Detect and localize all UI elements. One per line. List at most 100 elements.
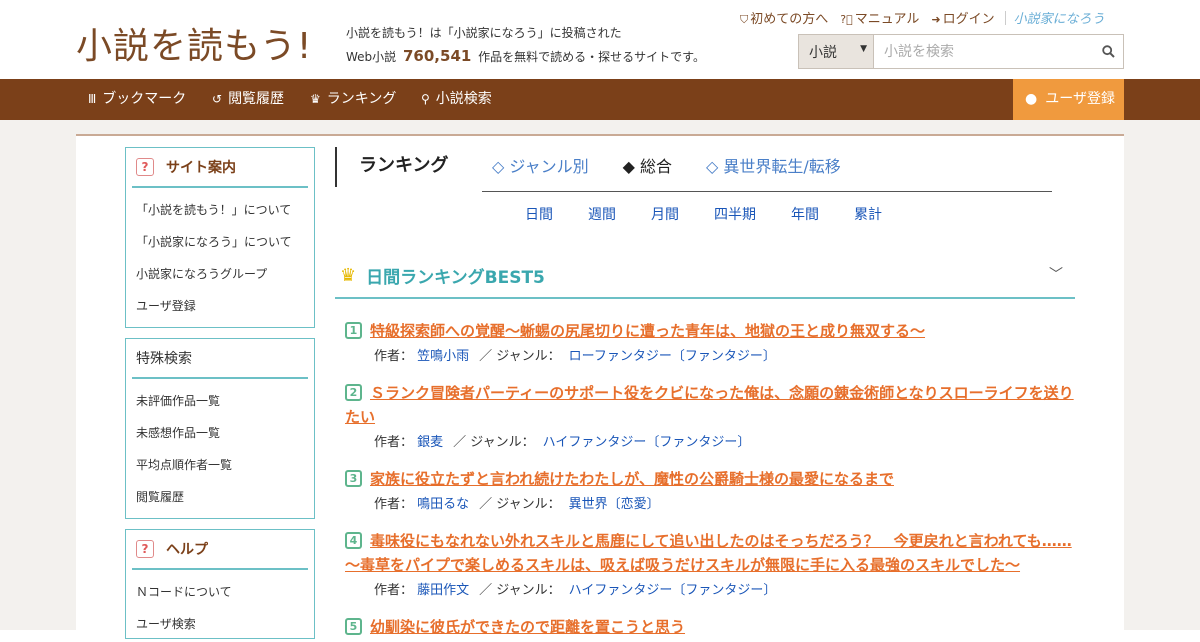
search-box: 小説 ▼ <box>798 34 1124 69</box>
narou-logo-link[interactable]: 小説家になろう <box>1014 8 1105 27</box>
special-search-box: 特殊検索 未評価作品一覧 未感想作品一覧 平均点順作者一覧 閲覧履歴 <box>125 338 315 519</box>
search-input[interactable] <box>874 35 1093 68</box>
sidebar-item-no-reviews[interactable]: 未感想作品一覧 <box>126 417 314 449</box>
ranking-entry: 1 特級探索師への覚醒～蜥蜴の尻尾切りに遭った青年は、地獄の王と成り無双する～ 作… <box>345 319 1075 364</box>
entry-meta: 作者： 笠鳴小雨／ ジャンル： ローファンタジー〔ファンタジー〕 <box>374 349 776 364</box>
rank-badge: 2 <box>345 384 362 401</box>
entry-title-link[interactable]: 幼馴染に彼氏ができたので距離を置こうと思う <box>370 618 685 636</box>
daily-best-title: 日間ランキングBEST5 <box>366 267 545 288</box>
bookmark-icon: Ⅲ <box>88 92 97 106</box>
rank-badge: 4 <box>345 532 362 549</box>
register-button[interactable]: ● ユーザ登録 <box>1013 79 1124 120</box>
tagline-line-1: 小説を読もう！は「小説家になろう」に投稿された <box>346 26 622 40</box>
site-logo[interactable]: 小説を読もう! <box>76 17 312 69</box>
page-background <box>0 120 1200 134</box>
daily-best-header[interactable]: ♛ 日間ランキングBEST5 ﹀ <box>335 253 1075 299</box>
nav-bookmark[interactable]: Ⅲ ブックマーク <box>88 79 186 120</box>
site-guide-heading: ? サイト案内 <box>132 148 308 188</box>
author-link[interactable]: 藤田作文 <box>417 583 469 598</box>
entry-meta: 作者： 藤田作文／ ジャンル： ハイファンタジー〔ファンタジー〕 <box>374 583 777 598</box>
sidebar-item-register[interactable]: ユーザ登録 <box>126 290 314 322</box>
help-list: Ｎコードについて ユーザ検索 <box>126 570 314 642</box>
period-links: 日間 週間 月間 四半期 年間 累計 <box>525 204 917 224</box>
main-nav: Ⅲ ブックマーク ↺ 閲覧履歴 ♛ ランキング ⚲ 小説検索 ● ユーザ登録 <box>0 79 1200 120</box>
site-tagline: 小説を読もう！は「小説家になろう」に投稿された Web小説 760,541 作品… <box>346 22 705 69</box>
tab-overall[interactable]: ◆ 総合 <box>623 148 672 191</box>
login-link[interactable]: ➜ ログイン <box>931 8 994 27</box>
sidebar-item-history[interactable]: 閲覧履歴 <box>126 481 314 513</box>
rank-badge: 3 <box>345 470 362 487</box>
crown-icon: ♛ <box>310 92 321 106</box>
divider <box>1004 10 1006 25</box>
period-weekly[interactable]: 週間 <box>588 204 616 224</box>
first-time-link[interactable]: ⛉ 初めての方へ <box>740 8 828 27</box>
ranking-entry: 5 幼馴染に彼氏ができたので距離を置こうと思う <box>345 615 1075 639</box>
entry-meta: 作者： 銀麦／ ジャンル： ハイファンタジー〔ファンタジー〕 <box>374 435 751 450</box>
entry-title-link[interactable]: Ｓランク冒険者パーティーのサポート役をクビになった俺は、念願の錬金術師となりスロ… <box>345 384 1074 426</box>
caret-down-icon: ▼ <box>860 44 867 54</box>
help-heading: ? ヘルプ <box>132 530 308 570</box>
genre-link[interactable]: ハイファンタジー〔ファンタジー〕 <box>569 583 777 598</box>
tagline-suffix: 作品を無料で読める・探せるサイトです。 <box>478 50 705 64</box>
question-icon: ? <box>136 540 154 558</box>
login-icon: ➜ <box>931 13 941 26</box>
search-type-select[interactable]: 小説 ▼ <box>799 35 874 68</box>
rank-badge: 5 <box>345 618 362 635</box>
page-background-right <box>1124 134 1200 630</box>
period-total[interactable]: 累計 <box>854 204 882 224</box>
crown-icon: ♛ <box>340 264 357 286</box>
tagline-prefix: Web小説 <box>346 50 397 64</box>
page-background-left <box>0 134 76 630</box>
period-quarterly[interactable]: 四半期 <box>714 204 756 224</box>
site-guide-list: 「小説を読もう！」について 「小説家になろう」について 小説家になろうグループ … <box>126 188 314 324</box>
author-link[interactable]: 笠鳴小雨 <box>417 349 469 364</box>
entry-title-link[interactable]: 家族に役立たずと言われ続けたわたしが、魔性の公爵騎士様の最愛になるまで <box>370 470 894 488</box>
tab-genre[interactable]: ◇ ジャンル別 <box>492 148 589 191</box>
help-box: ? ヘルプ Ｎコードについて ユーザ検索 <box>125 529 315 639</box>
site-guide-box: ? サイト案内 「小説を読もう！」について 「小説家になろう」について 小説家にな… <box>125 147 315 328</box>
question-circle-icon: ?⃝ <box>840 13 853 26</box>
work-count: 760,541 <box>403 47 472 65</box>
ranking-entry: 2 Ｓランク冒険者パーティーのサポート役をクビになった俺は、念願の錬金術師となりス… <box>345 381 1075 450</box>
genre-link[interactable]: ハイファンタジー〔ファンタジー〕 <box>543 435 751 450</box>
history-icon: ↺ <box>212 92 223 106</box>
shield-icon: ⛉ <box>740 13 749 26</box>
nav-ranking[interactable]: ♛ ランキング <box>310 79 396 120</box>
period-daily[interactable]: 日間 <box>525 204 553 224</box>
sidebar-item-about-narou[interactable]: 「小説家になろう」について <box>126 226 314 258</box>
question-icon: ? <box>136 158 154 176</box>
period-yearly[interactable]: 年間 <box>791 204 819 224</box>
nav-history[interactable]: ↺ 閲覧履歴 <box>212 79 284 120</box>
period-monthly[interactable]: 月間 <box>651 204 679 224</box>
ranking-tabs: ◇ ジャンル別 ◆ 総合 ◇ 異世界転生/転移 <box>482 148 1052 192</box>
sidebar-item-avg-authors[interactable]: 平均点順作者一覧 <box>126 449 314 481</box>
sidebar-item-about-yomou[interactable]: 「小説を読もう！」について <box>126 194 314 226</box>
ranking-title: ランキング <box>335 147 448 187</box>
manual-link[interactable]: ?⃝ マニュアル <box>840 8 919 27</box>
entry-title-link[interactable]: 特級探索師への覚醒～蜥蜴の尻尾切りに遭った青年は、地獄の王と成り無双する～ <box>370 322 925 340</box>
genre-link[interactable]: ローファンタジー〔ファンタジー〕 <box>569 349 776 364</box>
ranking-entry: 3 家族に役立たずと言われ続けたわたしが、魔性の公爵騎士様の最愛になるまで 作者：… <box>345 467 1075 512</box>
genre-link[interactable]: 異世界〔恋愛〕 <box>569 497 660 512</box>
user-icon: ● <box>1025 91 1038 107</box>
search-button[interactable] <box>1093 35 1123 68</box>
top-links: ⛉ 初めての方へ ?⃝ マニュアル ➜ ログイン 小説家になろう <box>740 8 1105 27</box>
sidebar-item-ncode[interactable]: Ｎコードについて <box>126 576 314 608</box>
search-icon <box>1101 45 1115 58</box>
nav-search[interactable]: ⚲ 小説検索 <box>421 79 492 120</box>
search-icon: ⚲ <box>421 92 430 106</box>
sidebar-item-unrated[interactable]: 未評価作品一覧 <box>126 385 314 417</box>
rank-badge: 1 <box>345 322 362 339</box>
special-search-heading: 特殊検索 <box>132 339 308 379</box>
author-link[interactable]: 鳴田るな <box>417 497 469 512</box>
site-header: 小説を読もう! 小説を読もう！は「小説家になろう」に投稿された Web小説 76… <box>0 0 1200 79</box>
sidebar-item-narou-group[interactable]: 小説家になろうグループ <box>126 258 314 290</box>
sidebar-item-user-search[interactable]: ユーザ検索 <box>126 608 314 640</box>
ranking-entry: 4 毒味役にもなれない外れスキルと馬鹿にして追い出したのはそっちだろう？ 今更戻れ… <box>345 529 1075 598</box>
entry-meta: 作者： 鳴田るな／ ジャンル： 異世界〔恋愛〕 <box>374 497 660 512</box>
tab-isekai[interactable]: ◇ 異世界転生/転移 <box>706 148 841 191</box>
chevron-down-icon[interactable]: ﹀ <box>1049 264 1063 284</box>
special-search-list: 未評価作品一覧 未感想作品一覧 平均点順作者一覧 閲覧履歴 <box>126 379 314 515</box>
entry-title-link[interactable]: 毒味役にもなれない外れスキルと馬鹿にして追い出したのはそっちだろう？ 今更戻れと… <box>345 532 1072 574</box>
author-link[interactable]: 銀麦 <box>417 435 443 450</box>
